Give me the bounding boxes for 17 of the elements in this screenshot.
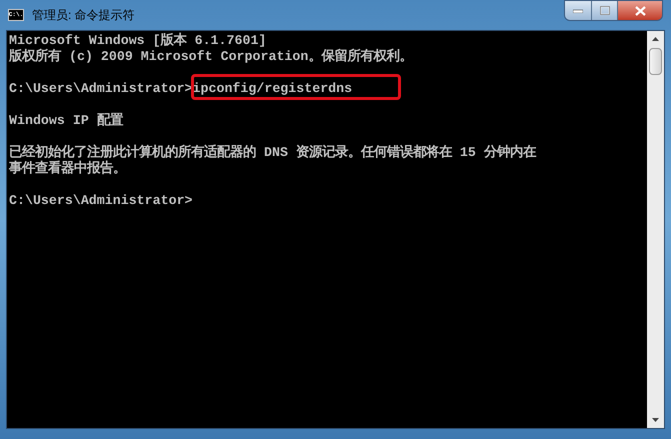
console-line: 事件查看器中报告。	[9, 161, 127, 177]
close-button[interactable]	[618, 1, 662, 20]
console-line: 版权所有 (c) 2009 Microsoft Corporation。保留所有权利。	[9, 49, 414, 65]
scrollbar[interactable]	[647, 31, 664, 428]
maximize-icon	[600, 6, 610, 15]
console-line: Microsoft Windows [版本 6.1.7601]	[9, 33, 268, 48]
console-line: Windows IP 配置	[9, 113, 124, 129]
scroll-thumb[interactable]	[649, 48, 662, 75]
prompt-text: C:\Users\Administrator>	[9, 193, 193, 209]
close-icon	[634, 6, 646, 16]
minimize-button[interactable]	[565, 1, 592, 20]
console-line: 已经初始化了注册此计算机的所有适配器的 DNS 资源记录。任何错误都将在 15 分钟内在	[9, 145, 538, 160]
maximize-button[interactable]	[592, 1, 618, 20]
command-text: ipconfig/registerdns	[192, 81, 352, 96]
prompt-text: C:\Users\Administrator>	[9, 81, 193, 97]
window-title: 管理员: 命令提示符	[32, 7, 135, 24]
minimize-icon	[573, 8, 583, 12]
